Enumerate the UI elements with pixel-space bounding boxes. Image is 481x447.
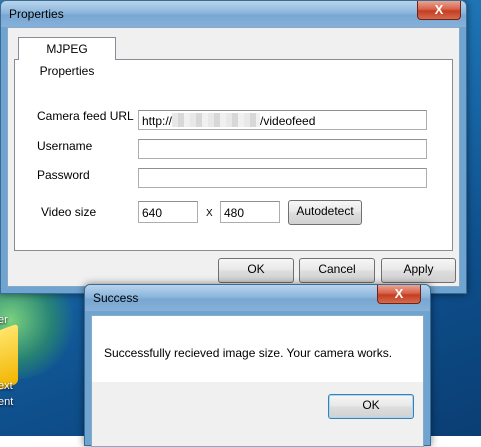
ok-button[interactable]: OK (218, 258, 294, 283)
message-area: Successfully recieved image size. Your c… (92, 316, 423, 382)
success-dialog: Success X Successfully recieved image si… (84, 284, 431, 447)
video-size-label: Video size (41, 205, 97, 219)
close-button[interactable]: X (377, 285, 421, 304)
properties-window: Properties X MJPEG Properties Camera fee… (0, 0, 467, 294)
apply-button[interactable]: Apply (381, 258, 456, 283)
url-suffix: /videofeed (260, 114, 316, 128)
tab-mjpeg-properties[interactable]: MJPEG Properties (18, 37, 116, 78)
ok-button[interactable]: OK (328, 394, 414, 419)
properties-client-area: MJPEG Properties Camera feed URL http://… (7, 27, 460, 287)
camera-feed-url-field[interactable]: http:// /videofeed (138, 110, 427, 130)
password-field[interactable] (138, 168, 427, 188)
tab-label: MJPEG Properties (39, 42, 95, 78)
close-icon: X (434, 2, 444, 17)
video-height-field[interactable]: 480 (220, 201, 280, 223)
dialog-title: Success (93, 291, 139, 305)
size-separator: X (206, 208, 213, 219)
video-width-field[interactable]: 640 (138, 201, 198, 223)
desktop-icon-label[interactable]: ent (0, 396, 13, 408)
success-client-area: Successfully recieved image size. Your c… (91, 315, 424, 447)
desktop-icon-label[interactable]: ext (0, 380, 13, 392)
success-message: Successfully recieved image size. Your c… (104, 346, 393, 360)
username-field[interactable] (138, 139, 427, 159)
password-label: Password (37, 168, 90, 182)
close-button[interactable]: X (417, 1, 461, 20)
username-label: Username (37, 139, 93, 153)
properties-titlebar[interactable]: Properties (1, 1, 466, 27)
window-title: Properties (9, 7, 64, 21)
desktop-icon-label[interactable]: er (0, 314, 8, 326)
url-prefix: http:// (142, 114, 173, 128)
redacted-host (172, 113, 261, 127)
tab-panel: Camera feed URL http:// /videofeed Userna… (14, 59, 453, 251)
cancel-button[interactable]: Cancel (299, 258, 375, 283)
camera-feed-url-label: Camera feed URL (37, 109, 134, 123)
close-icon: X (394, 286, 404, 301)
autodetect-button[interactable]: Autodetect (288, 200, 362, 225)
